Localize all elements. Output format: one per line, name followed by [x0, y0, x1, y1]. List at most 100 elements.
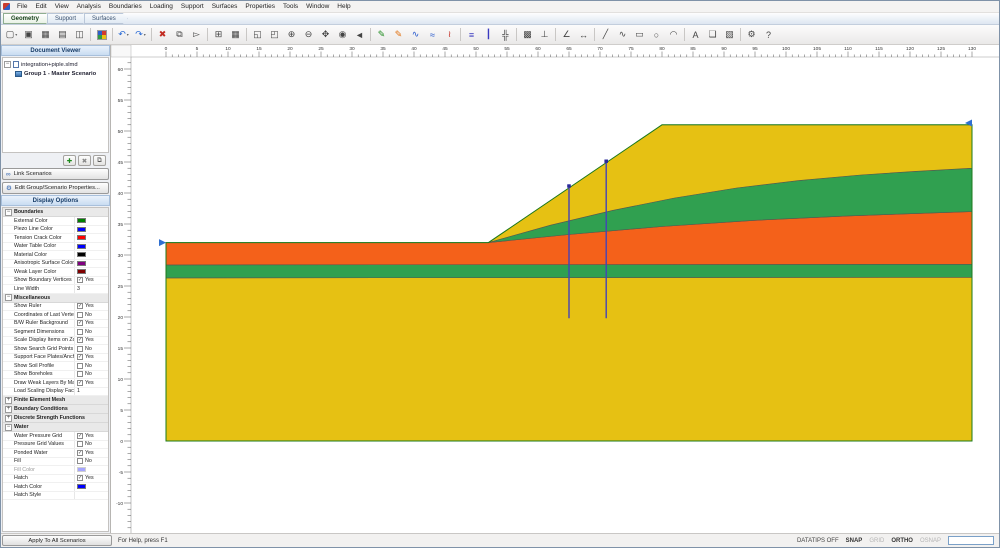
option-anisotropic-surface-color[interactable]: Anisotropic Surface Color — [3, 260, 108, 269]
option-value[interactable]: ✓Yes — [74, 277, 108, 285]
section-water[interactable]: −Water — [3, 423, 108, 432]
section-expander-icon[interactable]: + — [5, 397, 12, 404]
color-swatch[interactable] — [77, 269, 86, 274]
color-swatch[interactable] — [77, 218, 86, 223]
apply-all-scenarios-button[interactable]: Apply To All Scenarios — [2, 535, 112, 546]
add-material-boundary-button[interactable]: ✎ — [390, 27, 407, 43]
model-canvas[interactable]: 0510152025303540455055606570758085909510… — [111, 45, 999, 533]
option-draw-weak-layers-by-material[interactable]: Draw Weak Layers By Material✓Yes — [3, 379, 108, 388]
section-expander-icon[interactable]: + — [5, 415, 12, 422]
zoom-previous-button[interactable]: ◄ — [351, 27, 368, 43]
menu-analysis[interactable]: Analysis — [73, 3, 105, 10]
checkbox[interactable]: ✓ — [77, 475, 83, 481]
open-button[interactable]: ▣ — [20, 27, 37, 43]
grid-view-button[interactable]: ⊞ — [210, 27, 227, 43]
text-tool-button[interactable]: A — [687, 27, 704, 43]
duplicate-scenario-button[interactable]: ⧉ — [93, 155, 106, 166]
option-value[interactable]: No — [74, 328, 108, 336]
option-value[interactable]: ✓Yes — [74, 449, 108, 457]
checkbox[interactable]: ✓ — [77, 380, 83, 386]
option-load-scaling-display-factor[interactable]: Load Scaling Display Factor1 — [3, 388, 108, 397]
menu-view[interactable]: View — [51, 3, 73, 10]
checkbox[interactable]: ✓ — [77, 433, 83, 439]
print-button[interactable]: ▤ — [54, 27, 71, 43]
option-value[interactable]: ✓Yes — [74, 337, 108, 345]
option-scale-display-items-on-zoom[interactable]: Scale Display Items on Zoom✓Yes — [3, 337, 108, 346]
tree-expander-icon[interactable]: − — [4, 61, 11, 68]
status-toggle-osnap[interactable]: OSNAP — [920, 538, 941, 544]
zoom-extents-button[interactable]: ◱ — [249, 27, 266, 43]
option-weak-layer-color[interactable]: Weak Layer Color — [3, 268, 108, 277]
link-scenarios-button[interactable]: ∞ Link Scenarios — [2, 168, 109, 180]
zoom-selected-button[interactable]: ◉ — [334, 27, 351, 43]
menu-tools[interactable]: Tools — [279, 3, 302, 10]
tab-support[interactable]: Support — [47, 13, 88, 24]
menu-boundaries[interactable]: Boundaries — [105, 3, 146, 10]
color-swatch[interactable] — [77, 467, 86, 472]
section-expander-icon[interactable]: + — [5, 406, 12, 413]
add-support-pattern-button[interactable]: ≡ — [463, 27, 480, 43]
menu-properties[interactable]: Properties — [241, 3, 279, 10]
checkbox[interactable] — [77, 312, 83, 318]
delete-scenario-button[interactable]: ✖ — [78, 155, 91, 166]
option-show-boundary-vertices[interactable]: Show Boundary Vertices✓Yes — [3, 277, 108, 286]
option-value[interactable]: 1 — [74, 388, 108, 396]
option-value[interactable]: ✓Yes — [74, 303, 108, 311]
option-value[interactable] — [74, 466, 108, 474]
option-value[interactable]: No — [74, 362, 108, 370]
tree-root-node[interactable]: − integration+piple.slmd — [4, 60, 107, 69]
menu-edit[interactable]: Edit — [31, 3, 50, 10]
arc-tool-button[interactable]: ◠ — [665, 27, 682, 43]
undo-button[interactable]: ↶▾ — [115, 27, 132, 43]
option-value[interactable]: 3 — [74, 285, 108, 293]
support-properties-button[interactable]: ╬ — [497, 27, 514, 43]
option-value[interactable] — [74, 217, 108, 225]
option-show-search-grid-points[interactable]: Show Search Grid PointsNo — [3, 345, 108, 354]
polyline-tool-button[interactable]: ∿ — [614, 27, 631, 43]
color-swatch[interactable] — [77, 252, 86, 257]
option-value[interactable]: ✓Yes — [74, 432, 108, 440]
option-segment-dimensions[interactable]: Segment DimensionsNo — [3, 328, 108, 337]
add-water-table-button[interactable]: ∿ — [407, 27, 424, 43]
menu-loading[interactable]: Loading — [146, 3, 177, 10]
rectangle-tool-button[interactable]: ▭ — [631, 27, 648, 43]
option-value[interactable]: No — [74, 458, 108, 466]
option-hatch-style[interactable]: Hatch Style — [3, 492, 108, 501]
dropdown-arrow-icon[interactable]: ▾ — [127, 32, 129, 37]
properties-button[interactable]: ⚙ — [743, 27, 760, 43]
option-value[interactable] — [74, 234, 108, 242]
option-water-pressure-grid[interactable]: Water Pressure Grid✓Yes — [3, 432, 108, 441]
tab-surfaces[interactable]: Surfaces — [84, 13, 128, 24]
status-toggle-ortho[interactable]: ORTHO — [891, 538, 913, 544]
section-expander-icon[interactable]: − — [5, 209, 12, 216]
image-tool-button[interactable]: ▧ — [721, 27, 738, 43]
option-value[interactable]: No — [74, 345, 108, 353]
status-toggle-datatips-off[interactable]: DATATIPS OFF — [797, 538, 839, 544]
status-toggle-grid[interactable]: GRID — [869, 538, 884, 544]
checkbox[interactable] — [77, 441, 83, 447]
option-value[interactable]: No — [74, 441, 108, 449]
checkbox[interactable]: ✓ — [77, 303, 83, 309]
menu-surfaces[interactable]: Surfaces — [208, 3, 242, 10]
save-button[interactable]: ▦ — [37, 27, 54, 43]
checkbox[interactable] — [77, 346, 83, 352]
color-swatch[interactable] — [77, 244, 86, 249]
measure-button[interactable]: ∠ — [558, 27, 575, 43]
status-toggle-snap[interactable]: SNAP — [846, 538, 863, 544]
option-line-width[interactable]: Line Width3 — [3, 285, 108, 294]
option-b-w-ruler-background[interactable]: B/W Ruler Background✓Yes — [3, 320, 108, 329]
add-external-boundary-button[interactable]: ✎ — [373, 27, 390, 43]
menu-window[interactable]: Window — [302, 3, 333, 10]
dropdown-arrow-icon[interactable]: ▾ — [15, 32, 17, 37]
pan-button[interactable]: ✥ — [317, 27, 334, 43]
option-water-table-color[interactable]: Water Table Color — [3, 243, 108, 252]
option-value[interactable] — [74, 243, 108, 251]
note-tool-button[interactable]: ❏ — [704, 27, 721, 43]
option-value[interactable]: ✓Yes — [74, 354, 108, 362]
dimension-button[interactable]: ↔ — [575, 27, 592, 43]
boundary-conditions-button[interactable]: ⊥ — [536, 27, 553, 43]
option-fill-color[interactable]: Fill Color — [3, 466, 108, 475]
line-tool-button[interactable]: ╱ — [597, 27, 614, 43]
menu-help[interactable]: Help — [333, 3, 354, 10]
menu-support[interactable]: Support — [177, 3, 208, 10]
